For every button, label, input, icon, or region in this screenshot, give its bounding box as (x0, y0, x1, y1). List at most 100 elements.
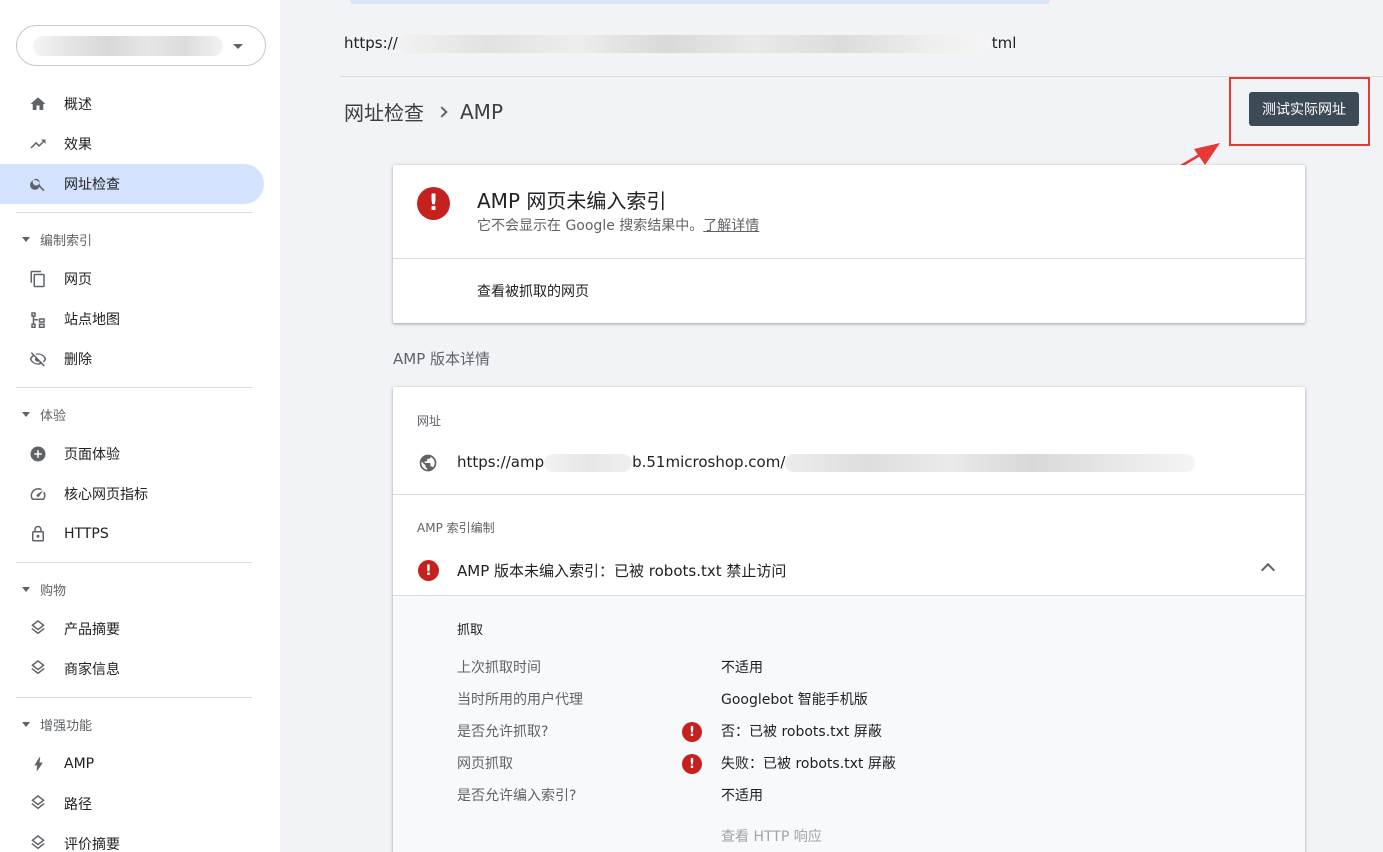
amp-url[interactable]: https://amp b.51microshop.com/ (457, 453, 1196, 472)
property-selector[interactable] (16, 25, 266, 66)
lock-icon (28, 524, 48, 544)
detail-key: 网页抓取 (457, 756, 513, 772)
divider (393, 494, 1305, 495)
amp-url-domain: b.51microshop.com/ (632, 453, 786, 471)
nav-label: 产品摘要 (64, 622, 120, 638)
detail-key: 上次抓取时间 (457, 660, 541, 676)
section-title: 编制索引 (40, 233, 93, 249)
collapse-triangle-icon (22, 411, 30, 417)
nav-label: 评价摘要 (64, 837, 120, 852)
url-suffix: tml (991, 34, 1017, 52)
detail-row: 是否允许抓取? ! 否：已被 robots.txt 屏蔽 (457, 721, 1277, 743)
status-subtitle: 它不会显示在 Google 搜索结果中。了解详情 (477, 215, 759, 235)
status-subtitle-text: 它不会显示在 Google 搜索结果中。 (477, 218, 704, 234)
search-bar-edge (350, 0, 1050, 4)
nav-label: 网页 (64, 272, 92, 288)
learn-more-link[interactable]: 了解详情 (703, 218, 759, 234)
annotation-highlight-box (1229, 77, 1370, 146)
crawl-details-panel: 抓取 上次抓取时间 不适用 当时所用的用户代理 Googlebot 智能手机版 … (393, 596, 1305, 852)
page-experience-icon (28, 444, 48, 464)
detail-value: 否：已被 robots.txt 屏蔽 (721, 724, 882, 740)
amp-details-heading: AMP 版本详情 (393, 350, 491, 368)
nav-item-overview[interactable]: 概述 (0, 84, 264, 124)
section-title: 购物 (40, 583, 67, 599)
section-title: 体验 (40, 408, 67, 424)
divider (16, 562, 252, 563)
divider (340, 76, 1383, 77)
detail-value: 不适用 (721, 788, 763, 804)
home-icon (28, 94, 48, 114)
detail-value: Googlebot 智能手机版 (721, 692, 868, 708)
detail-key: 是否允许抓取? (457, 724, 549, 740)
nav-item-performance[interactable]: 效果 (0, 124, 264, 164)
detail-value: 失败：已被 robots.txt 屏蔽 (721, 756, 896, 772)
redacted-property-name (33, 36, 223, 56)
redacted-url (785, 453, 1196, 472)
url-prefix: https:// (344, 34, 398, 52)
nav-item-review-snippets[interactable]: 评价摘要 (0, 824, 264, 852)
nav-label: HTTPS (64, 526, 109, 542)
view-crawled-page-link[interactable]: 查看被抓取的网页 (477, 281, 589, 301)
section-experience[interactable]: 体验 (0, 399, 264, 429)
nav-label: 站点地图 (64, 312, 120, 328)
nav-label: 路径 (64, 797, 92, 813)
section-indexing[interactable]: 编制索引 (0, 224, 264, 254)
nav-item-removals[interactable]: 删除 (0, 339, 264, 379)
bolt-icon (28, 754, 48, 774)
breadcrumb-root[interactable]: 网址检查 (344, 97, 424, 126)
globe-icon (419, 454, 437, 472)
chevron-right-icon (436, 105, 448, 118)
nav-item-sitemaps[interactable]: 站点地图 (0, 299, 264, 339)
section-shopping[interactable]: 购物 (0, 574, 264, 604)
detail-row: 网页抓取 ! 失败：已被 robots.txt 屏蔽 (457, 753, 1277, 775)
collapse-triangle-icon (22, 586, 30, 592)
view-http-response-link[interactable]: 查看 HTTP 响应 (721, 826, 822, 846)
amp-details-card: 网址 https://amp b.51microshop.com/ AMP 索引编… (393, 387, 1305, 852)
detail-key: 是否允许编入索引? (457, 788, 577, 804)
nav-item-page-experience[interactable]: 页面体验 (0, 434, 264, 474)
redacted-url (399, 34, 990, 53)
nav-item-pages[interactable]: 网页 (0, 259, 264, 299)
visibility-off-icon (28, 349, 48, 369)
nav-item-product-snippets[interactable]: 产品摘要 (0, 609, 264, 649)
breadcrumb: 网址检查 AMP (344, 97, 503, 126)
error-icon: ! (682, 754, 702, 774)
detail-value: 不适用 (721, 660, 763, 676)
nav-item-url-inspection[interactable]: 网址检查 (0, 164, 264, 204)
nav-item-merchant-listings[interactable]: 商家信息 (0, 649, 264, 689)
crawl-heading: 抓取 (457, 623, 484, 638)
error-icon: ! (682, 722, 702, 742)
layers-icon (28, 834, 48, 852)
nav-item-breadcrumbs[interactable]: 路径 (0, 784, 264, 824)
redacted-url (544, 453, 633, 472)
layers-icon (28, 794, 48, 814)
nav-label: 网址检查 (64, 177, 120, 193)
sidebar: 概述 效果 网址检查 编制索引 网页 站点地图 删除 体验 页面体验 核心网页指… (0, 0, 280, 852)
detail-row: 当时所用的用户代理 Googlebot 智能手机版 (457, 689, 1277, 711)
status-title: AMP 网页未编入索引 (477, 189, 667, 213)
nav-label: 概述 (64, 97, 92, 113)
amp-indexing-status: AMP 版本未编入索引：已被 robots.txt 禁止访问 (457, 562, 787, 580)
divider (393, 258, 1305, 259)
section-enhancements[interactable]: 增强功能 (0, 709, 264, 739)
nav-label: 删除 (64, 352, 92, 368)
layers-icon (28, 619, 48, 639)
divider (16, 697, 252, 698)
nav-item-core-web-vitals[interactable]: 核心网页指标 (0, 474, 264, 514)
section-title: 增强功能 (40, 718, 93, 734)
divider (16, 387, 252, 388)
nav-label: 页面体验 (64, 447, 120, 463)
nav-item-amp[interactable]: AMP (0, 744, 264, 784)
nav-item-https[interactable]: HTTPS (0, 514, 264, 554)
nav-label: 商家信息 (64, 662, 120, 678)
search-icon (28, 174, 48, 194)
trending-up-icon (28, 134, 48, 154)
detail-key: 当时所用的用户代理 (457, 692, 583, 708)
url-label: 网址 (417, 414, 442, 428)
amp-url-prefix: https://amp (457, 453, 545, 471)
inspected-url: https:// tml (344, 34, 1016, 53)
collapse-triangle-icon (22, 721, 30, 727)
dropdown-caret-icon (233, 44, 243, 49)
collapse-chevron-up-icon[interactable] (1260, 562, 1276, 578)
divider (16, 212, 252, 213)
